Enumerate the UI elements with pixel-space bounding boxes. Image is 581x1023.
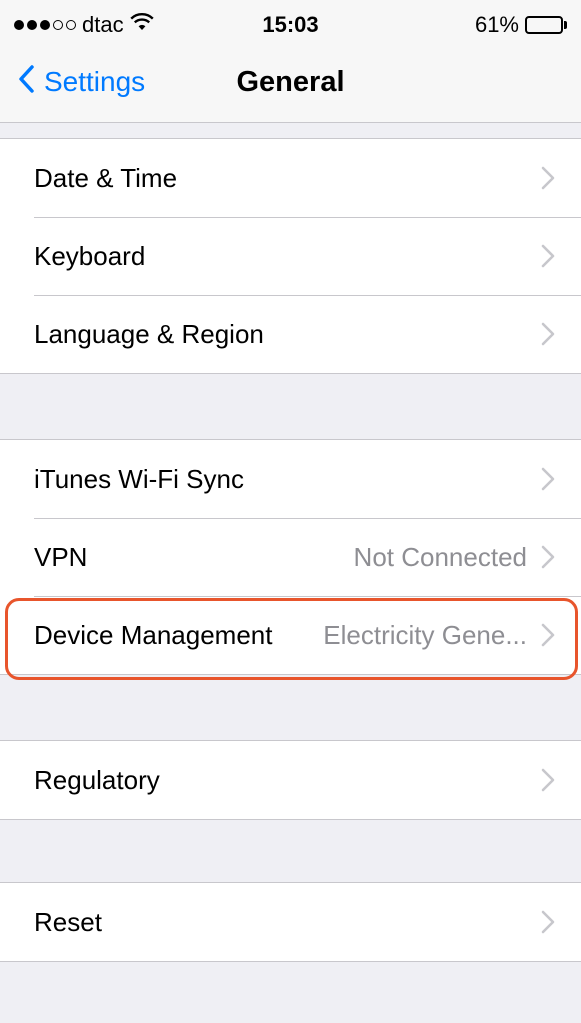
row-keyboard[interactable]: Keyboard — [0, 217, 581, 295]
chevron-right-icon — [541, 910, 555, 934]
row-label: Regulatory — [34, 764, 160, 795]
chevron-right-icon — [541, 545, 555, 569]
row-label: Keyboard — [34, 240, 146, 271]
settings-group-4: Reset — [0, 882, 581, 962]
chevron-right-icon — [541, 322, 555, 346]
row-label: VPN — [34, 541, 88, 572]
row-label: Date & Time — [34, 162, 178, 193]
chevron-right-icon — [541, 166, 555, 190]
status-right: 61% — [475, 12, 567, 38]
chevron-right-icon — [541, 467, 555, 491]
battery-percent: 61% — [474, 12, 519, 37]
status-bar: dtac 15:03 61% — [0, 0, 581, 44]
row-detail: Electricity Gene... — [323, 619, 527, 650]
chevron-right-icon — [541, 768, 555, 792]
battery-icon — [525, 16, 567, 34]
row-label: Device Management — [34, 619, 273, 650]
row-date-time[interactable]: Date & Time — [0, 139, 581, 217]
row-reset[interactable]: Reset — [0, 883, 581, 961]
row-label: iTunes Wi-Fi Sync — [34, 463, 244, 494]
row-vpn[interactable]: VPN Not Connected — [0, 518, 581, 596]
row-detail: Not Connected — [353, 541, 527, 572]
row-device-management[interactable]: Device Management Electricity Gene... — [0, 596, 581, 674]
row-label: Reset — [34, 906, 102, 937]
settings-group-3: Regulatory — [0, 740, 581, 820]
chevron-right-icon — [541, 244, 555, 268]
row-itunes-wifi-sync[interactable]: iTunes Wi-Fi Sync — [0, 440, 581, 518]
settings-group-1: Date & Time Keyboard Language & Region — [0, 138, 581, 374]
row-language-region[interactable]: Language & Region — [0, 295, 581, 373]
navigation-bar: Settings General — [0, 44, 581, 122]
top-bar: dtac 15:03 61% Settings General — [0, 0, 581, 123]
settings-group-2: iTunes Wi-Fi Sync VPN Not Connected Devi… — [0, 439, 581, 675]
page-title: General — [236, 66, 345, 98]
row-regulatory[interactable]: Regulatory — [0, 741, 581, 819]
row-label: Language & Region — [34, 318, 264, 349]
chevron-right-icon — [541, 623, 555, 647]
